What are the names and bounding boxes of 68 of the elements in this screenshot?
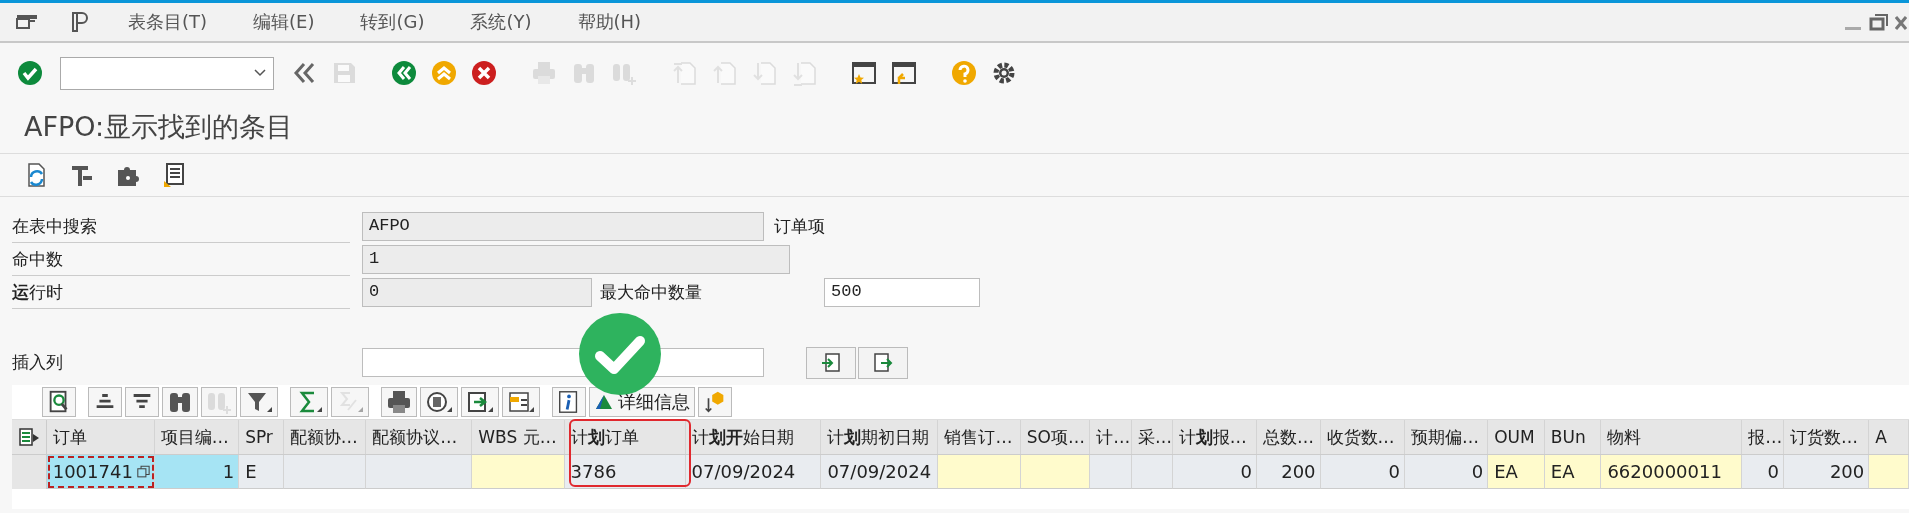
table-cell: 1	[154, 455, 240, 489]
column-header[interactable]: 配额协…	[283, 420, 367, 454]
column-header[interactable]: WBS 元…	[472, 420, 565, 454]
table-cell: 200	[1783, 455, 1870, 489]
triangle-icon[interactable]	[594, 393, 614, 411]
menu-item[interactable]: 编辑(E)	[253, 10, 315, 34]
table-cell: EA	[1544, 455, 1602, 489]
field-label: 最大命中数量	[600, 281, 703, 304]
field-label: 在表中搜索	[12, 214, 97, 238]
table-cell: 6620000011	[1601, 455, 1743, 489]
field-label: 运行时	[12, 280, 63, 304]
column-header[interactable]: 订单	[46, 420, 155, 454]
column-header[interactable]: 配额协议…	[366, 420, 473, 454]
menu-item[interactable]: 系统(Y)	[470, 10, 532, 34]
column-header[interactable]: 物料	[1601, 420, 1743, 454]
restore-icon[interactable]	[1869, 12, 1889, 32]
table-cell: 0	[1742, 455, 1784, 489]
details-button[interactable]: 详细信息	[589, 387, 695, 417]
field-label: 命中数	[12, 247, 63, 271]
readonly-field: AFPO	[362, 212, 764, 241]
table-cell: 07/09/2024	[685, 455, 822, 489]
menu-item[interactable]: 转到(G)	[360, 10, 425, 34]
table-cell: 07/09/2024	[821, 455, 939, 489]
table-cell: 200	[1257, 455, 1321, 489]
column-header[interactable]: 计划订单	[564, 420, 686, 454]
table-cell: 0	[1320, 455, 1405, 489]
field-label: 订单项	[774, 215, 825, 238]
column-header[interactable]: 预期偏…	[1404, 420, 1489, 454]
back-icon[interactable]	[390, 59, 418, 87]
window-title: AFPO:显示找到的条目	[24, 111, 294, 142]
remove-column-icon[interactable]	[872, 351, 894, 374]
table-cell: 3786	[564, 455, 686, 489]
readonly-field: 1	[362, 245, 790, 274]
table-cell: 0	[1172, 455, 1258, 489]
column-header[interactable]: 报…	[1742, 420, 1784, 454]
column-header[interactable]: SPr	[239, 420, 284, 454]
column-header[interactable]: 计划期初日期	[821, 420, 939, 454]
table-cell: 1001741	[46, 455, 155, 489]
table-cell: EA	[1488, 455, 1545, 489]
column-header[interactable]: SO项…	[1020, 420, 1091, 454]
column-header[interactable]: 计划开始日期	[685, 420, 822, 454]
select-layout-icon[interactable]	[17, 426, 40, 448]
field-label: 插入列	[12, 351, 63, 374]
column-header[interactable]: 计…	[1090, 420, 1132, 454]
menu-item[interactable]: 帮助(H)	[577, 10, 642, 34]
table-cell: E	[239, 455, 284, 489]
column-header[interactable]: 收货数…	[1320, 420, 1405, 454]
column-header[interactable]: A	[1869, 420, 1909, 454]
column-header[interactable]: BUn	[1544, 420, 1602, 454]
caret-icon[interactable]	[253, 68, 267, 78]
column-header[interactable]: 采…	[1131, 420, 1173, 454]
cancel-icon[interactable]	[470, 59, 498, 87]
column-header[interactable]: 订货数…	[1783, 420, 1870, 454]
column-header[interactable]: 项目编…	[154, 420, 240, 454]
table-cell: 0	[1404, 455, 1489, 489]
copy-icon[interactable]	[136, 463, 150, 480]
check-icon[interactable]	[16, 59, 44, 87]
menu-item[interactable]: 表条目(T)	[128, 10, 208, 34]
column-header[interactable]: 总数…	[1257, 420, 1321, 454]
command-field[interactable]	[60, 56, 274, 90]
menu-icon[interactable]	[16, 13, 38, 31]
insert-column-icon[interactable]	[820, 351, 842, 374]
column-header[interactable]: 销售订…	[938, 420, 1021, 454]
column-header[interactable]: 计划报…	[1172, 420, 1258, 454]
remove-column-button[interactable]	[858, 346, 908, 379]
readonly-field: 0	[362, 278, 592, 307]
insert-column-button[interactable]	[806, 346, 856, 379]
column-header[interactable]: OUM	[1488, 420, 1545, 454]
